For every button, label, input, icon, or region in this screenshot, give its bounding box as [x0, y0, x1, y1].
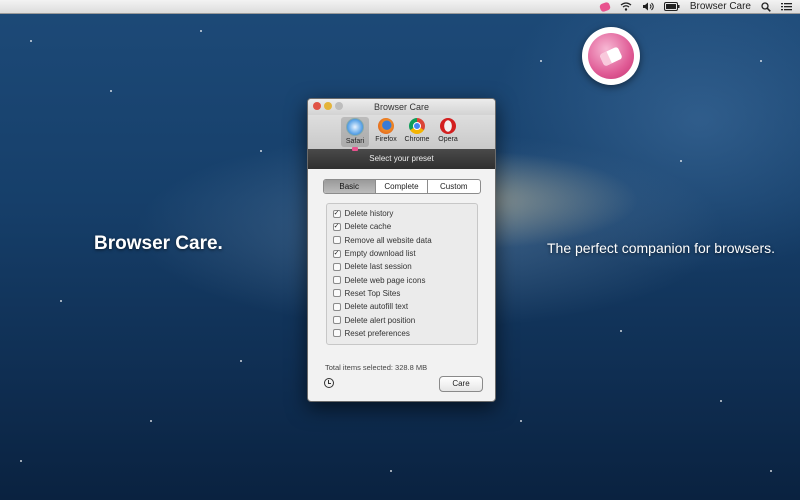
- battery-icon[interactable]: [663, 2, 680, 11]
- checkbox[interactable]: ✓: [332, 249, 341, 258]
- clock-icon[interactable]: [324, 378, 334, 388]
- checkbox[interactable]: [332, 289, 341, 298]
- eraser-icon: [588, 33, 634, 79]
- option-label: Delete web page icons: [344, 275, 426, 285]
- tab-safari[interactable]: Safari: [341, 117, 369, 147]
- preset-header: Select your preset: [308, 147, 495, 169]
- total-size-label: Total items selected: 328.8 MB: [325, 363, 428, 372]
- list-icon[interactable]: [781, 2, 792, 11]
- menu-bar: Browser Care: [0, 0, 800, 14]
- browser-care-window: Browser Care Safari Firefox Chrome Opera…: [307, 98, 496, 402]
- tab-label: Opera: [438, 136, 458, 143]
- checkbox[interactable]: ✓: [332, 222, 341, 231]
- zoom-button[interactable]: [335, 102, 343, 110]
- option-label: Delete autofill text: [344, 302, 409, 312]
- option-label: Empty download list: [344, 249, 416, 259]
- option-row[interactable]: Delete last session: [332, 260, 477, 273]
- close-button[interactable]: [313, 102, 321, 110]
- selection-marker: [352, 147, 358, 151]
- browser-toolbar: Safari Firefox Chrome Opera: [308, 115, 495, 149]
- safari-icon: [346, 118, 364, 136]
- checkbox[interactable]: [332, 316, 341, 325]
- promo-tagline: The perfect companion for browsers.: [547, 240, 775, 256]
- option-label: Delete history: [344, 209, 394, 219]
- segment-custom[interactable]: Custom: [427, 180, 479, 193]
- option-row[interactable]: Reset preferences: [332, 327, 477, 340]
- options-list: ✓ Delete history ✓ Delete cache Remove all…: [325, 203, 478, 345]
- opera-icon: [440, 118, 456, 134]
- checkbox[interactable]: [332, 262, 341, 271]
- option-label: Reset Top Sites: [344, 288, 401, 298]
- segment-basic[interactable]: Basic: [323, 180, 375, 193]
- option-label: Remove all website data: [344, 235, 432, 245]
- option-row[interactable]: Delete web page icons: [332, 273, 477, 286]
- window-title: Browser Care: [373, 102, 429, 112]
- search-icon[interactable]: [761, 1, 771, 12]
- option-label: Delete alert position: [344, 315, 416, 325]
- option-row[interactable]: Remove all website data: [332, 234, 477, 247]
- minimize-button[interactable]: [324, 102, 332, 110]
- browser-care-status-icon[interactable]: [598, 1, 611, 12]
- preset-segmented-control: Basic Complete Custom: [322, 179, 481, 194]
- care-button[interactable]: Care: [439, 376, 483, 392]
- option-label: Delete cache: [344, 222, 392, 232]
- tab-firefox[interactable]: Firefox: [372, 117, 400, 147]
- tab-opera[interactable]: Opera: [434, 117, 462, 147]
- option-row[interactable]: Delete autofill text: [332, 300, 477, 313]
- checkbox[interactable]: ✓: [332, 209, 341, 218]
- checkbox[interactable]: [332, 236, 341, 245]
- tab-chrome[interactable]: Chrome: [403, 117, 431, 147]
- firefox-icon: [378, 118, 394, 134]
- window-titlebar[interactable]: Browser Care: [308, 99, 495, 115]
- preset-label: Select your preset: [369, 154, 434, 163]
- option-row[interactable]: ✓ Empty download list: [332, 247, 477, 260]
- volume-icon[interactable]: [642, 2, 654, 11]
- option-row[interactable]: ✓ Delete cache: [332, 220, 477, 233]
- tab-label: Safari: [345, 138, 365, 145]
- tab-label: Chrome: [404, 136, 430, 143]
- magnified-status-icon: [582, 27, 640, 85]
- checkbox[interactable]: [332, 329, 341, 338]
- option-row[interactable]: Delete alert position: [332, 313, 477, 326]
- option-label: Delete last session: [344, 262, 412, 272]
- option-row[interactable]: Reset Top Sites: [332, 287, 477, 300]
- segment-complete[interactable]: Complete: [374, 180, 427, 193]
- option-row[interactable]: ✓ Delete history: [332, 207, 477, 220]
- checkbox[interactable]: [332, 276, 341, 285]
- option-label: Reset preferences: [344, 328, 410, 338]
- chrome-icon: [409, 118, 425, 134]
- wifi-icon[interactable]: [620, 2, 632, 11]
- menu-app-name[interactable]: Browser Care: [690, 1, 751, 12]
- checkbox[interactable]: [332, 302, 341, 311]
- tab-label: Firefox: [375, 136, 397, 143]
- promo-title: Browser Care.: [94, 233, 223, 254]
